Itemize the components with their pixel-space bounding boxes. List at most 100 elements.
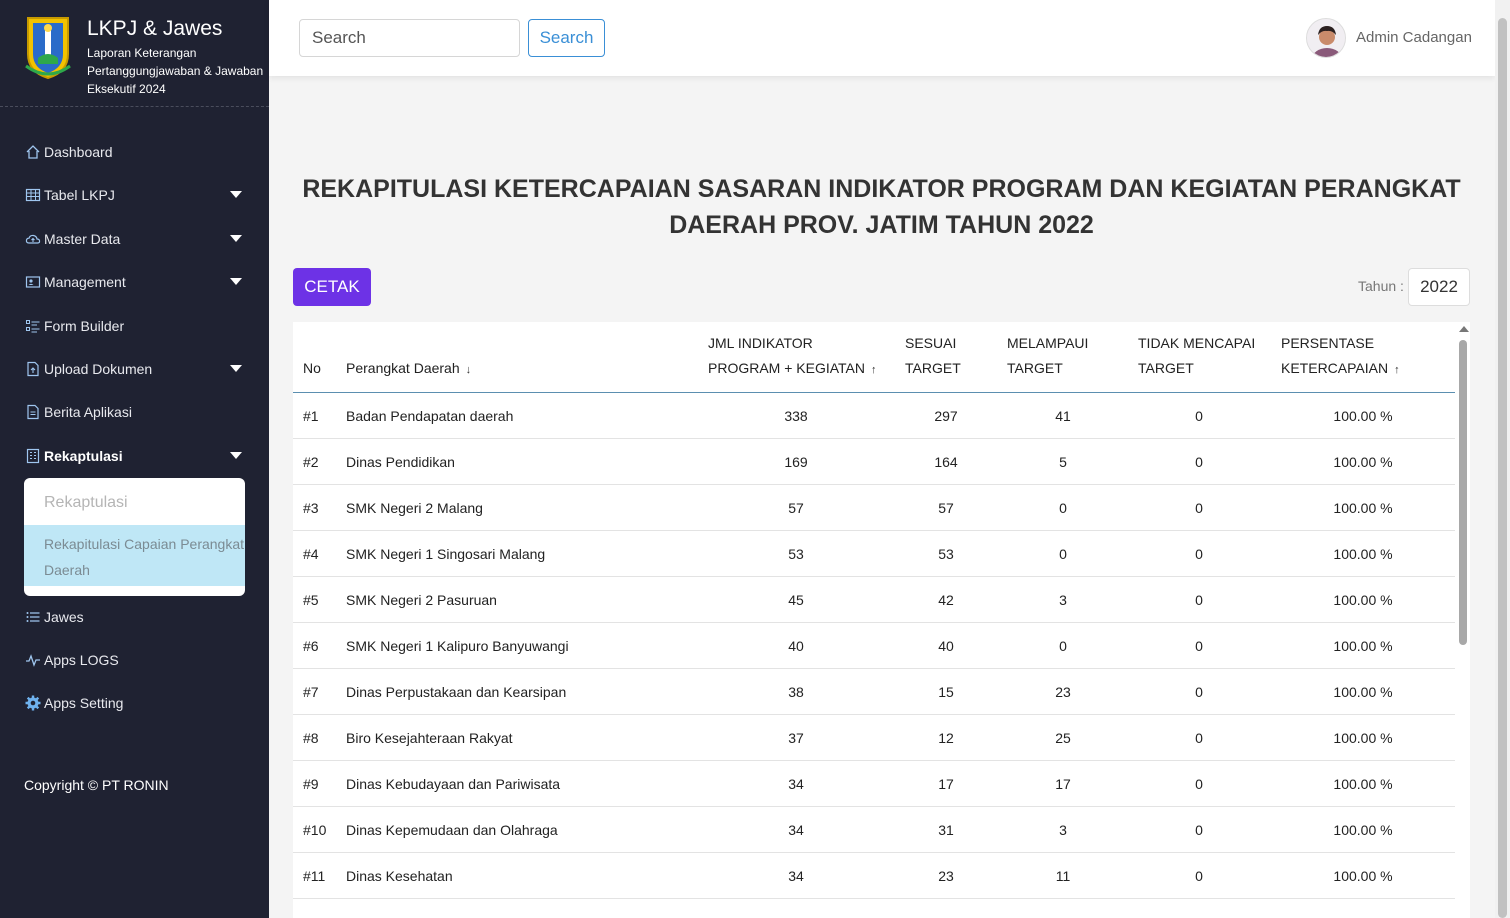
cell-perangkat: Dinas Kepemudaan dan Olahraga	[346, 822, 558, 838]
cell-no: #11	[303, 868, 326, 884]
scroll-up-arrow-icon[interactable]	[1459, 326, 1469, 332]
col-header-sesuai: SESUAI TARGET	[905, 331, 961, 381]
copyright-text: Copyright © PT RONIN	[24, 777, 169, 793]
sidebar-item-rekaptulasi[interactable]: Rekaptulasi	[24, 444, 246, 468]
cell-tidak: 0	[1195, 546, 1203, 562]
sidebar-item-jawes[interactable]: Jawes	[24, 605, 246, 629]
cell-perangkat: Badan Pendapatan daerah	[346, 408, 514, 424]
cell-melampaui: 0	[1059, 500, 1067, 516]
col-header-tidak: TIDAK MENCAPAI TARGET	[1138, 331, 1255, 381]
sidebar-item-label: Apps Setting	[44, 695, 124, 711]
col-header-melampaui: MELAMPAUI TARGET	[1007, 331, 1088, 381]
cell-tidak: 0	[1195, 868, 1203, 884]
sidebar-item-form-builder[interactable]: Form Builder	[24, 314, 246, 338]
cell-sesuai: 53	[938, 546, 954, 562]
rekaptulasi-submenu: Rekaptulasi Rekapitulasi Capaian Perangk…	[24, 478, 245, 596]
page-title: REKAPITULASI KETERCAPAIAN SASARAN INDIKA…	[302, 175, 1461, 239]
cell-melampaui: 41	[1055, 408, 1071, 424]
col-header-persen-line2: KETERCAPAIAN	[1281, 360, 1389, 376]
sidebar: LKPJ & Jawes Laporan Keterangan Pertangg…	[0, 0, 269, 918]
table-row: #4 SMK Negeri 1 Singosari Malang 53 53 0 0 100…	[293, 531, 1455, 577]
page-scrollbar[interactable]	[1495, 0, 1510, 918]
col-header-persen[interactable]: PERSENTASE KETERCAPAIAN ↑	[1281, 331, 1400, 383]
sidebar-item-apps-logs[interactable]: Apps LOGS	[24, 648, 246, 672]
sort-asc-icon[interactable]: ↑	[871, 358, 877, 383]
cell-melampaui: 25	[1055, 730, 1071, 746]
cell-perangkat: Dinas Kesehatan	[346, 868, 453, 884]
col-header-melampaui-line2: TARGET	[1007, 360, 1063, 376]
sidebar-item-upload-dokumen[interactable]: Upload Dokumen	[24, 357, 246, 381]
cell-persen: 100.00 %	[1333, 684, 1393, 700]
cell-jml: 37	[788, 730, 804, 746]
col-header-persen-line1: PERSENTASE	[1281, 335, 1375, 351]
cell-melampaui: 3	[1059, 592, 1067, 608]
cell-perangkat: Dinas Pendidikan	[346, 454, 455, 470]
sidebar-item-management[interactable]: Management	[24, 270, 246, 294]
sidebar-item-berita-aplikasi[interactable]: Berita Aplikasi	[24, 400, 246, 424]
sidebar-item-master-data[interactable]: Master Data	[24, 227, 246, 251]
sort-asc-icon[interactable]: ↑	[1394, 358, 1400, 383]
cell-tidak: 0	[1195, 408, 1203, 424]
col-header-jml-line1: JML INDIKATOR	[708, 335, 813, 351]
table-row: #11 Dinas Kesehatan 34 23 11 0 100.00 %	[293, 853, 1455, 899]
recap-table: No Perangkat Daerah ↓ JML INDIKATOR PROGRA…	[293, 322, 1470, 918]
cloud-upload-icon	[24, 230, 42, 248]
cell-melampaui: 17	[1055, 776, 1071, 792]
sidebar-item-label: Berita Aplikasi	[44, 404, 132, 420]
search-input[interactable]	[299, 19, 520, 57]
table-row: #5 SMK Negeri 2 Pasuruan 45 42 3 0 100.00 %	[293, 577, 1455, 623]
page-scrollbar-thumb[interactable]	[1498, 18, 1507, 918]
caret-down-icon[interactable]	[230, 278, 242, 285]
list-icon	[24, 608, 42, 626]
province-crest-logo	[25, 17, 71, 80]
caret-down-icon[interactable]	[230, 235, 242, 242]
sidebar-item-label: Management	[44, 274, 126, 290]
user-name[interactable]: Admin Cadangan	[1356, 29, 1472, 46]
sidebar-item-label: Dashboard	[44, 144, 113, 160]
cell-no: #8	[303, 730, 319, 746]
year-select[interactable]: 2022	[1408, 268, 1470, 306]
col-header-jml[interactable]: JML INDIKATOR PROGRAM + KEGIATAN ↑	[708, 331, 877, 383]
sidebar-item-tabel-lkpj[interactable]: Tabel LKPJ	[24, 183, 246, 207]
cell-perangkat: SMK Negeri 2 Malang	[346, 500, 483, 516]
caret-down-icon[interactable]	[230, 365, 242, 372]
cell-sesuai: 17	[938, 776, 954, 792]
form-list-icon	[24, 317, 42, 335]
print-button[interactable]: CETAK	[293, 268, 371, 306]
cell-no: #10	[303, 822, 327, 838]
cell-melampaui: 23	[1055, 684, 1071, 700]
submenu-item-rekapitulasi-capaian[interactable]: Rekapitulasi Capaian Perangkat Daerah	[24, 525, 245, 586]
cell-persen: 100.00 %	[1333, 868, 1393, 884]
caret-down-icon[interactable]	[230, 452, 242, 459]
col-header-jml-line2: PROGRAM + KEGIATAN	[708, 360, 866, 376]
year-label: Tahun :	[1358, 278, 1404, 294]
cell-sesuai: 40	[938, 638, 954, 654]
cell-sesuai: 57	[938, 500, 954, 516]
cell-no: #4	[303, 546, 319, 562]
cell-no: #9	[303, 776, 319, 792]
table-row: #9 Dinas Kebudayaan dan Pariwisata 34 17 17 0…	[293, 761, 1455, 807]
cell-no: #1	[303, 408, 319, 424]
brand-header: LKPJ & Jawes Laporan Keterangan Pertangg…	[0, 0, 269, 107]
sidebar-item-label: Upload Dokumen	[44, 361, 153, 377]
cell-no: #2	[303, 454, 319, 470]
cell-persen: 100.00 %	[1333, 546, 1393, 562]
sidebar-item-apps-setting[interactable]: Apps Setting	[24, 691, 246, 715]
app-subtitle: Laporan Keterangan Pertanggungjawaban & …	[87, 46, 264, 96]
cell-persen: 100.00 %	[1333, 592, 1393, 608]
cell-persen: 100.00 %	[1333, 822, 1393, 838]
search-button[interactable]: Search	[528, 19, 605, 57]
col-header-perangkat[interactable]: Perangkat Daerah ↓	[346, 356, 471, 383]
cell-perangkat: SMK Negeri 2 Pasuruan	[346, 592, 497, 608]
col-header-perangkat-label: Perangkat Daerah	[346, 360, 460, 376]
cell-jml: 34	[788, 822, 804, 838]
table-scrollbar[interactable]	[1457, 322, 1470, 918]
sort-desc-icon[interactable]: ↓	[466, 358, 472, 383]
cell-tidak: 0	[1195, 454, 1203, 470]
home-icon	[24, 143, 42, 161]
user-avatar[interactable]	[1306, 18, 1346, 58]
caret-down-icon[interactable]	[230, 191, 242, 198]
table-scrollbar-thumb[interactable]	[1459, 340, 1467, 645]
sidebar-item-dashboard[interactable]: Dashboard	[24, 140, 246, 164]
table-row: #1 Badan Pendapatan daerah 338 297 41 0 100.00…	[293, 393, 1455, 439]
